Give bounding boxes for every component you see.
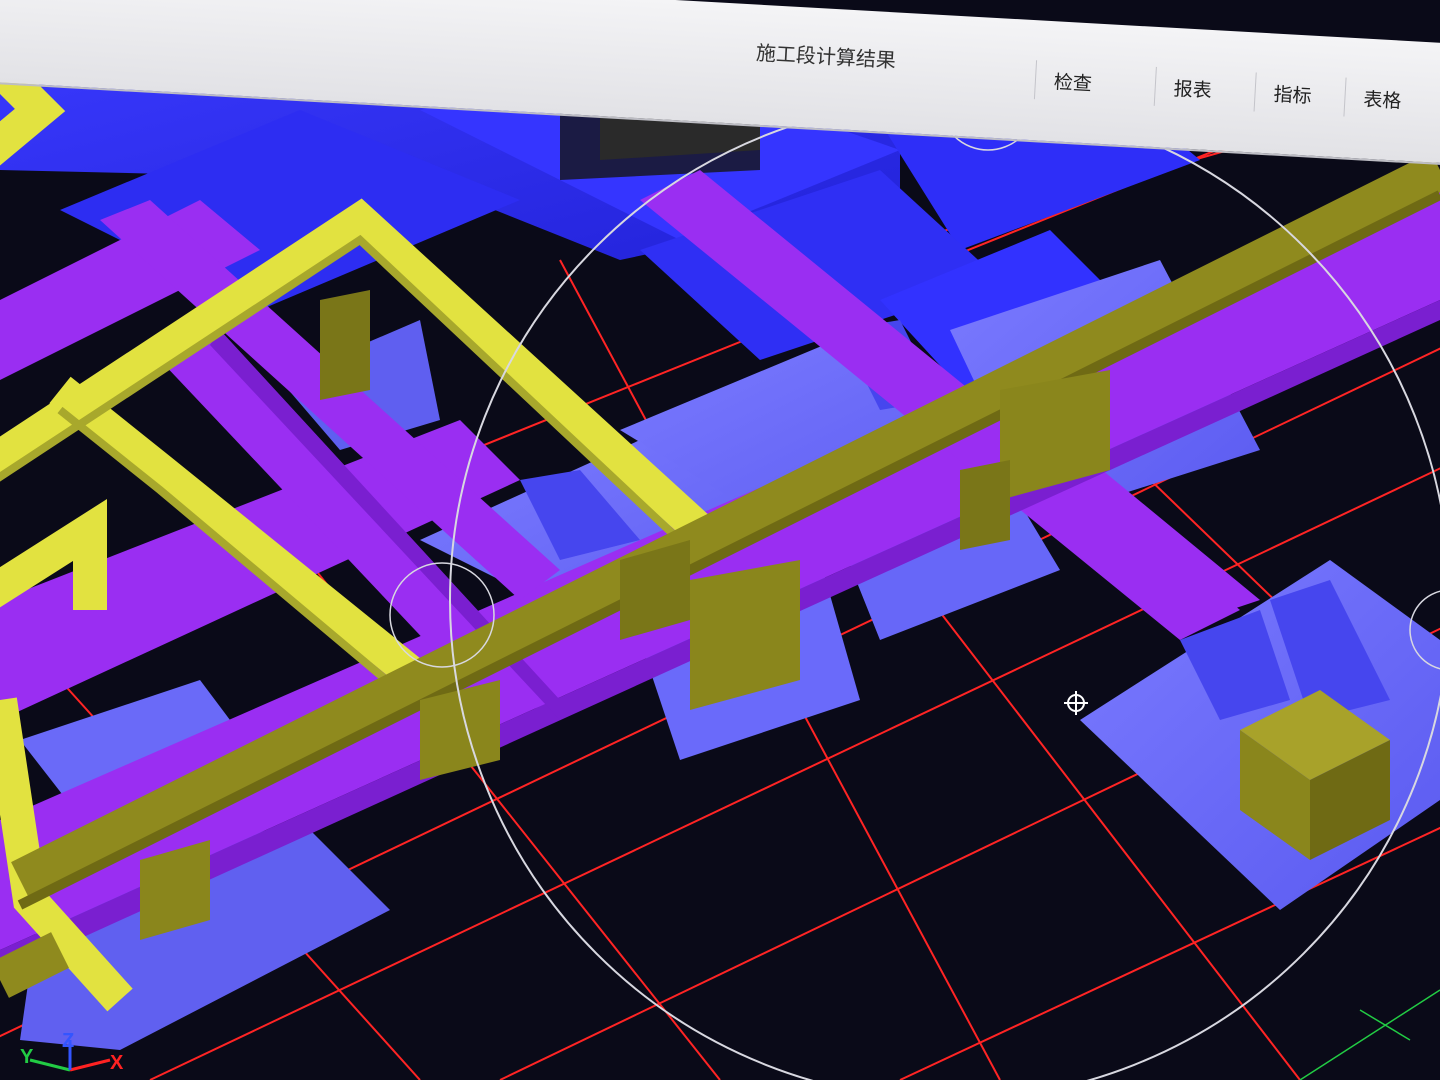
tab-report[interactable]: 报表 bbox=[1153, 66, 1231, 111]
tab-indicators[interactable]: 指标 bbox=[1253, 72, 1331, 116]
axis-label-x: X bbox=[110, 1052, 124, 1074]
axis-label-y: Y bbox=[20, 1046, 34, 1068]
tab-table[interactable]: 表格 bbox=[1343, 77, 1421, 121]
3d-model-viewport[interactable] bbox=[0, 0, 1440, 1080]
tab-check[interactable]: 检查 bbox=[1033, 60, 1111, 104]
axis-label-z: Z bbox=[62, 1030, 75, 1052]
ribbon-title: 施工段计算结果 bbox=[755, 42, 897, 73]
